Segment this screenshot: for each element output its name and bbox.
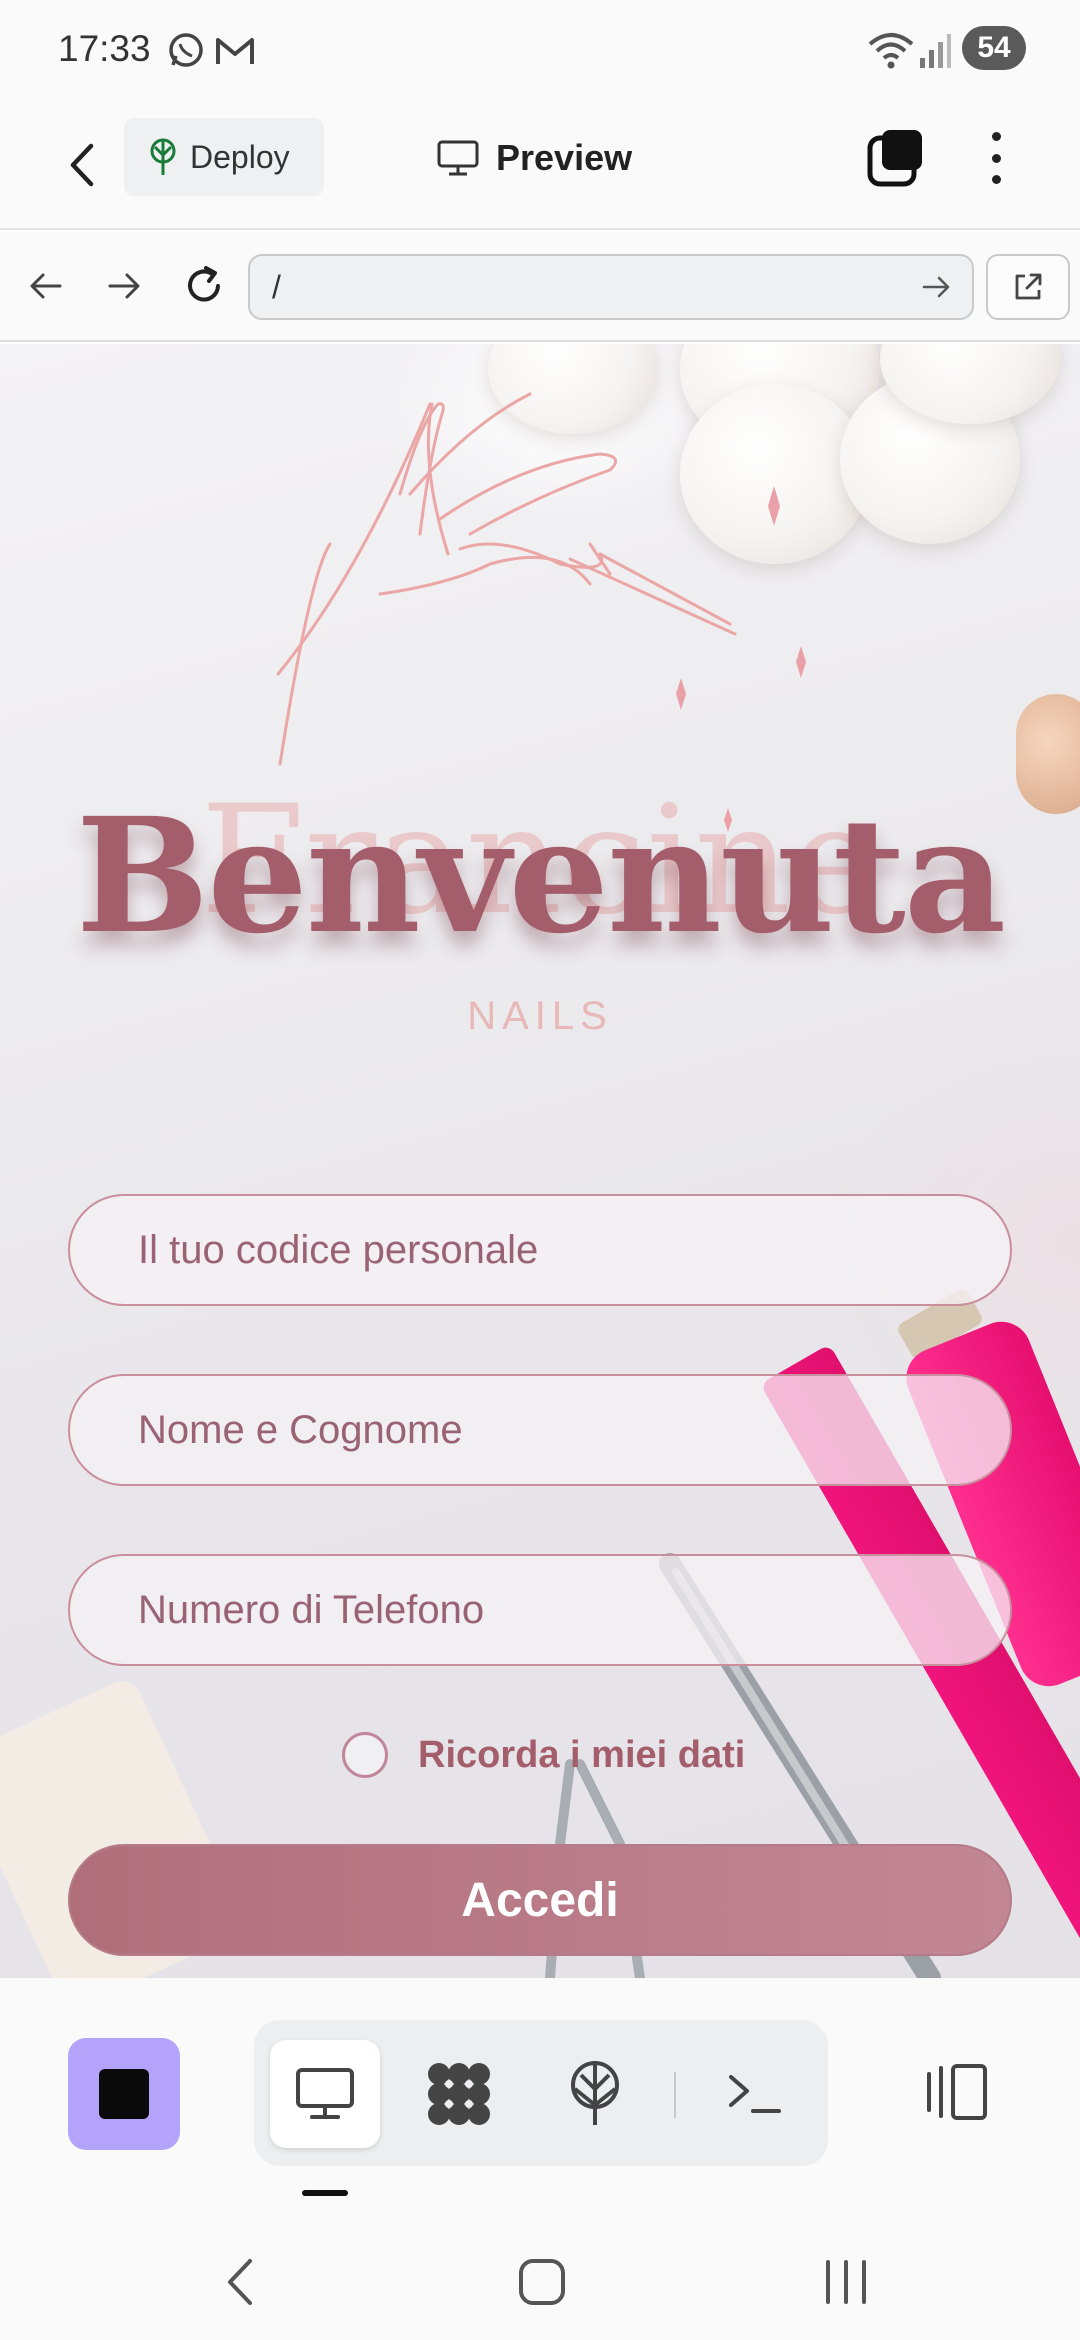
wifi-icon	[868, 33, 914, 69]
full-name-input[interactable]: Nome e Cognome	[68, 1374, 1012, 1486]
layout-toggle-button[interactable]	[920, 2042, 992, 2142]
android-navigation-bar	[0, 2218, 1080, 2340]
go-arrow-icon[interactable]	[920, 270, 954, 304]
terminal-icon	[729, 2075, 781, 2113]
bottom-toolbar	[0, 1978, 1080, 2218]
deploy-button[interactable]: Deploy	[124, 118, 324, 196]
personal-code-placeholder: Il tuo codice personale	[138, 1227, 539, 1272]
forward-icon	[108, 273, 140, 299]
welcome-title: Benvenuta	[75, 784, 1006, 969]
browser-back-button[interactable]	[18, 258, 74, 314]
stop-icon	[99, 2069, 149, 2119]
web-preview: Francine Benvenuta NAILS Il tuo codice p…	[0, 344, 1080, 1978]
remember-me-option[interactable]: Ricorda i miei dati	[342, 1732, 745, 1778]
more-vertical-icon[interactable]	[976, 126, 1016, 190]
system-home-button[interactable]	[502, 2242, 582, 2322]
back-nav-icon	[228, 2259, 252, 2305]
tabs-icon	[867, 130, 922, 187]
home-nav-icon	[519, 2259, 565, 2305]
remember-me-radio[interactable]	[342, 1732, 388, 1778]
system-recents-button[interactable]	[806, 2242, 886, 2322]
login-button[interactable]: Accedi	[68, 1844, 1012, 1956]
app-header: Deploy Preview	[0, 100, 1080, 230]
deploy-label: Deploy	[190, 138, 290, 175]
back-arrow-icon	[70, 143, 94, 187]
brand-subtitle: NAILS	[467, 994, 613, 1038]
gmail-icon	[216, 38, 254, 64]
signal-icon	[920, 34, 951, 68]
preview-tool-button[interactable]	[270, 2040, 380, 2148]
open-external-button[interactable]	[986, 254, 1070, 320]
system-back-button[interactable]	[200, 2242, 280, 2322]
split-layout-icon	[927, 2064, 987, 2120]
apps-grid-icon	[428, 2063, 490, 2125]
full-name-placeholder: Nome e Cognome	[138, 1407, 463, 1452]
url-input[interactable]: /	[248, 254, 974, 320]
phone-number-placeholder: Numero di Telefono	[138, 1587, 485, 1632]
reload-icon	[188, 266, 220, 302]
battery-indicator: 54	[962, 26, 1026, 70]
back-icon	[30, 273, 62, 299]
status-time: 17:33	[58, 28, 151, 69]
battery-level: 54	[977, 31, 1011, 64]
url-text: /	[272, 268, 281, 305]
personal-code-input[interactable]: Il tuo codice personale	[68, 1194, 1012, 1306]
tabs-button[interactable]	[866, 126, 926, 190]
apps-tool-button[interactable]	[404, 2040, 514, 2148]
deploy-tree-icon	[150, 138, 176, 175]
stop-button[interactable]	[68, 2038, 180, 2150]
login-button-label: Accedi	[461, 1873, 619, 1927]
remember-me-label: Ricorda i miei dati	[418, 1733, 746, 1776]
tool-divider	[674, 2072, 676, 2118]
status-bar: 17:33 54	[0, 0, 1080, 100]
tool-switcher	[254, 2020, 828, 2166]
preview-label: Preview	[496, 137, 633, 178]
back-button[interactable]	[52, 130, 112, 200]
browser-toolbar: /	[0, 232, 1080, 342]
phone-number-input[interactable]: Numero di Telefono	[68, 1554, 1012, 1666]
deploy-tool-button[interactable]	[540, 2040, 650, 2148]
active-tool-indicator	[302, 2190, 348, 2196]
deploy-tree-icon	[571, 2061, 619, 2125]
browser-forward-button[interactable]	[96, 258, 152, 314]
preview-title: Preview	[436, 128, 632, 188]
recents-nav-icon	[826, 2260, 866, 2304]
whatsapp-icon	[169, 33, 203, 67]
monitor-icon	[437, 140, 479, 176]
terminal-tool-button[interactable]	[700, 2040, 810, 2148]
preview-monitor-icon	[296, 2068, 354, 2119]
open-external-icon	[1015, 273, 1042, 300]
reload-button[interactable]	[176, 258, 232, 314]
